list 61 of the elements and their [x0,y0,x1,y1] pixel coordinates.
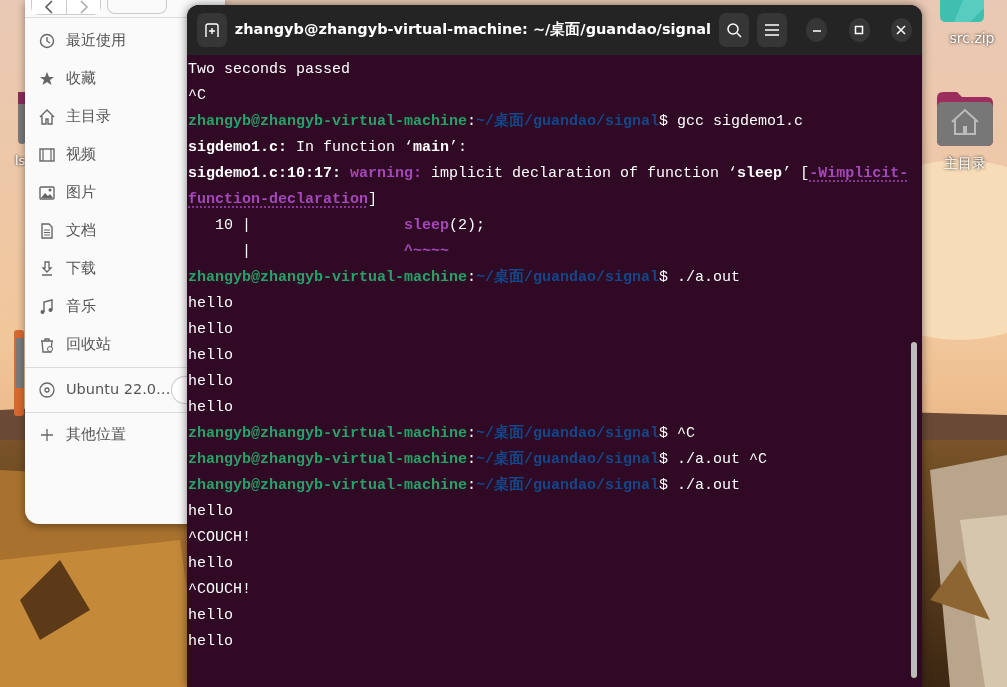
sidebar-item[interactable]: 收藏 [25,60,187,98]
document-icon [38,222,56,240]
icon-label: src.zip [949,31,995,45]
terminal-line: function-declaration] [188,190,379,210]
close-button[interactable] [890,18,912,42]
close-icon [896,25,907,35]
music-note-icon [38,298,56,316]
search-button[interactable] [718,13,749,47]
sidebar-item[interactable]: 视频 [25,136,187,174]
terminal-line: hello [188,502,234,522]
disc-icon [38,381,56,399]
plus-icon [38,426,56,444]
terminal-line: hello [188,294,234,314]
sidebar-item[interactable]: 下载 [25,250,187,288]
maximize-button[interactable] [848,18,870,42]
terminal-line: Two seconds passed [188,60,352,80]
new-tab-button[interactable] [197,13,227,47]
terminal-line: zhangyb@zhangyb-virtual-machine:~/桌面/guandao/signal$ ./a.out [188,267,742,288]
terminal-line: sigdemo1.c: In function ‘main’: [188,138,469,158]
film-icon [38,146,56,164]
clock-icon [38,32,56,50]
sidebar-item[interactable]: 其他位置 [25,416,187,454]
home-icon [38,108,56,126]
image-icon [38,184,56,202]
sidebar-item[interactable]: 最近使用 [25,22,187,60]
back-button[interactable] [32,0,66,14]
window-title: zhangyb@zhangyb-virtual-machine: ~/桌面/guandao/signal [234,20,711,40]
icon-label: 主目录 [944,156,986,170]
terminal-line: ^COUCH! [188,580,252,600]
sidebar-item[interactable]: 主目录 [25,98,187,136]
terminal-line: hello [188,632,234,652]
terminal-line: zhangyb@zhangyb-virtual-machine:~/桌面/guandao/signal$ ./a.out [188,475,742,496]
new-tab-icon [203,22,220,38]
terminal-line: hello [188,320,234,340]
terminal-line: hello [188,606,234,626]
maximize-icon [854,25,865,35]
terminal-line: hello [188,398,234,418]
menu-icon [764,24,779,36]
icon-label: ls [15,154,26,167]
terminal-line: 10 | sleep(2); [214,216,487,236]
sidebar-item[interactable]: 音乐 [25,288,187,326]
terminal-line: ^COUCH! [188,528,252,548]
terminal-line: sigdemo1.c:10:17: warning: implicit declaration of function ‘sleep’ [-Wimplicit- [188,164,910,184]
menu-button[interactable] [756,13,787,47]
scrollbar[interactable] [911,342,917,678]
sidebar-item[interactable]: 回收站 [25,326,187,364]
trash-icon [38,336,56,354]
terminal-line: hello [188,554,234,574]
terminal-line: zhangyb@zhangyb-virtual-machine:~/桌面/guandao/signal$ gcc sigdemo1.c [188,111,805,132]
terminal-line: zhangyb@zhangyb-virtual-machine:~/桌面/guandao/signal$ ^C [188,423,697,444]
search-icon [725,22,742,38]
terminal-line: ^C [188,86,207,106]
home-folder-icon[interactable] [937,92,993,146]
terminal-line: hello [188,372,234,392]
sidebar-item[interactable]: Ubuntu 22.0… [25,371,187,409]
minimize-button[interactable] [806,18,828,42]
sidebar-item[interactable]: 文档 [25,212,187,250]
sidebar-item[interactable]: 图片 [25,174,187,212]
terminal-line: hello [188,346,234,366]
terminal-line: zhangyb@zhangyb-virtual-machine:~/桌面/guandao/signal$ ./a.out ^C [188,449,769,470]
terminal-line: | ^~~~~ [241,242,451,262]
